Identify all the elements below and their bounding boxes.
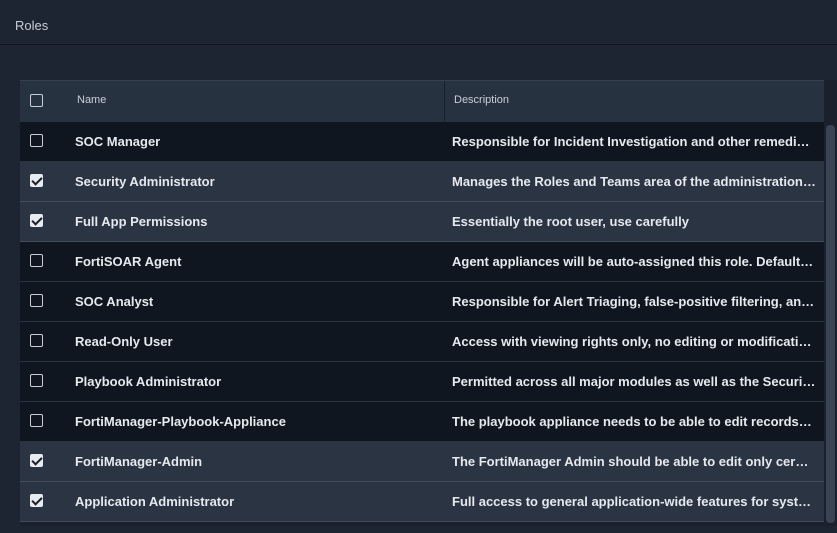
role-name: FortiManager-Admin xyxy=(75,454,203,469)
table-row[interactable]: Application Administrator Full access to … xyxy=(20,482,824,522)
role-description: Agent appliances will be auto-assigned t… xyxy=(452,254,814,269)
table-row[interactable]: Full App Permissions Essentially the root… xyxy=(20,202,824,242)
title-divider xyxy=(0,44,837,45)
column-divider[interactable] xyxy=(444,81,445,123)
role-description: Access with viewing rights only, no edit… xyxy=(452,334,812,349)
roles-page: Roles Name Description SOC Manager Respon… xyxy=(0,0,837,533)
row-checkbox[interactable] xyxy=(30,334,43,347)
row-checkbox[interactable] xyxy=(30,294,43,307)
role-name: Full App Permissions xyxy=(75,214,208,229)
row-checkbox[interactable] xyxy=(30,374,43,387)
row-checkbox[interactable] xyxy=(30,494,43,507)
scrollbar-thumb[interactable] xyxy=(826,125,835,523)
role-name: Security Administrator xyxy=(75,174,215,189)
table-row[interactable]: FortiManager-Playbook-Appliance The playb… xyxy=(20,402,824,442)
column-header-description[interactable]: Description xyxy=(454,94,509,106)
table-row[interactable]: Read-Only User Access with viewing rights… xyxy=(20,322,824,362)
table-row[interactable]: SOC Analyst Responsible for Alert Triagin… xyxy=(20,282,824,322)
role-description: Full access to general application-wide … xyxy=(452,494,812,509)
select-all-checkbox[interactable] xyxy=(30,94,43,107)
roles-table: Name Description SOC Manager Responsible … xyxy=(20,80,837,526)
row-checkbox[interactable] xyxy=(30,214,43,227)
row-checkbox[interactable] xyxy=(30,454,43,467)
row-checkbox[interactable] xyxy=(30,174,43,187)
section-title: Roles xyxy=(15,18,49,33)
table-row[interactable]: Playbook Administrator Permitted across a… xyxy=(20,362,824,402)
table-header: Name Description xyxy=(20,80,824,123)
row-checkbox[interactable] xyxy=(30,134,43,147)
role-name: Application Administrator xyxy=(75,494,235,509)
role-name: Playbook Administrator xyxy=(75,374,222,389)
role-description: Responsible for Alert Triaging, false-po… xyxy=(452,294,815,309)
row-checkbox[interactable] xyxy=(30,414,43,427)
vertical-scrollbar[interactable] xyxy=(824,80,837,526)
role-description: Permitted across all major modules as we… xyxy=(452,374,816,389)
role-name: Read-Only User xyxy=(75,334,173,349)
table-row[interactable]: SOC Manager Responsible for Incident Inve… xyxy=(20,122,824,162)
column-header-name[interactable]: Name xyxy=(77,94,106,106)
role-name: SOC Manager xyxy=(75,134,161,149)
row-checkbox[interactable] xyxy=(30,254,43,267)
table-row[interactable]: Security Administrator Manages the Roles … xyxy=(20,162,824,202)
table-body: SOC Manager Responsible for Incident Inve… xyxy=(20,122,824,522)
role-name: SOC Analyst xyxy=(75,294,154,309)
table-row[interactable]: FortiSOAR Agent Agent appliances will be … xyxy=(20,242,824,282)
role-description: The playbook appliance needs to be able … xyxy=(452,414,812,429)
role-name: FortiManager-Playbook-Appliance xyxy=(75,414,286,429)
role-description: Manages the Roles and Teams area of the … xyxy=(452,174,816,189)
role-description: Responsible for Incident Investigation a… xyxy=(452,134,810,149)
role-description: Essentially the root user, use carefully xyxy=(452,214,689,229)
table-row[interactable]: FortiManager-Admin The FortiManager Admin… xyxy=(20,442,824,482)
role-name: FortiSOAR Agent xyxy=(75,254,182,269)
role-description: The FortiManager Admin should be able to… xyxy=(452,454,809,469)
